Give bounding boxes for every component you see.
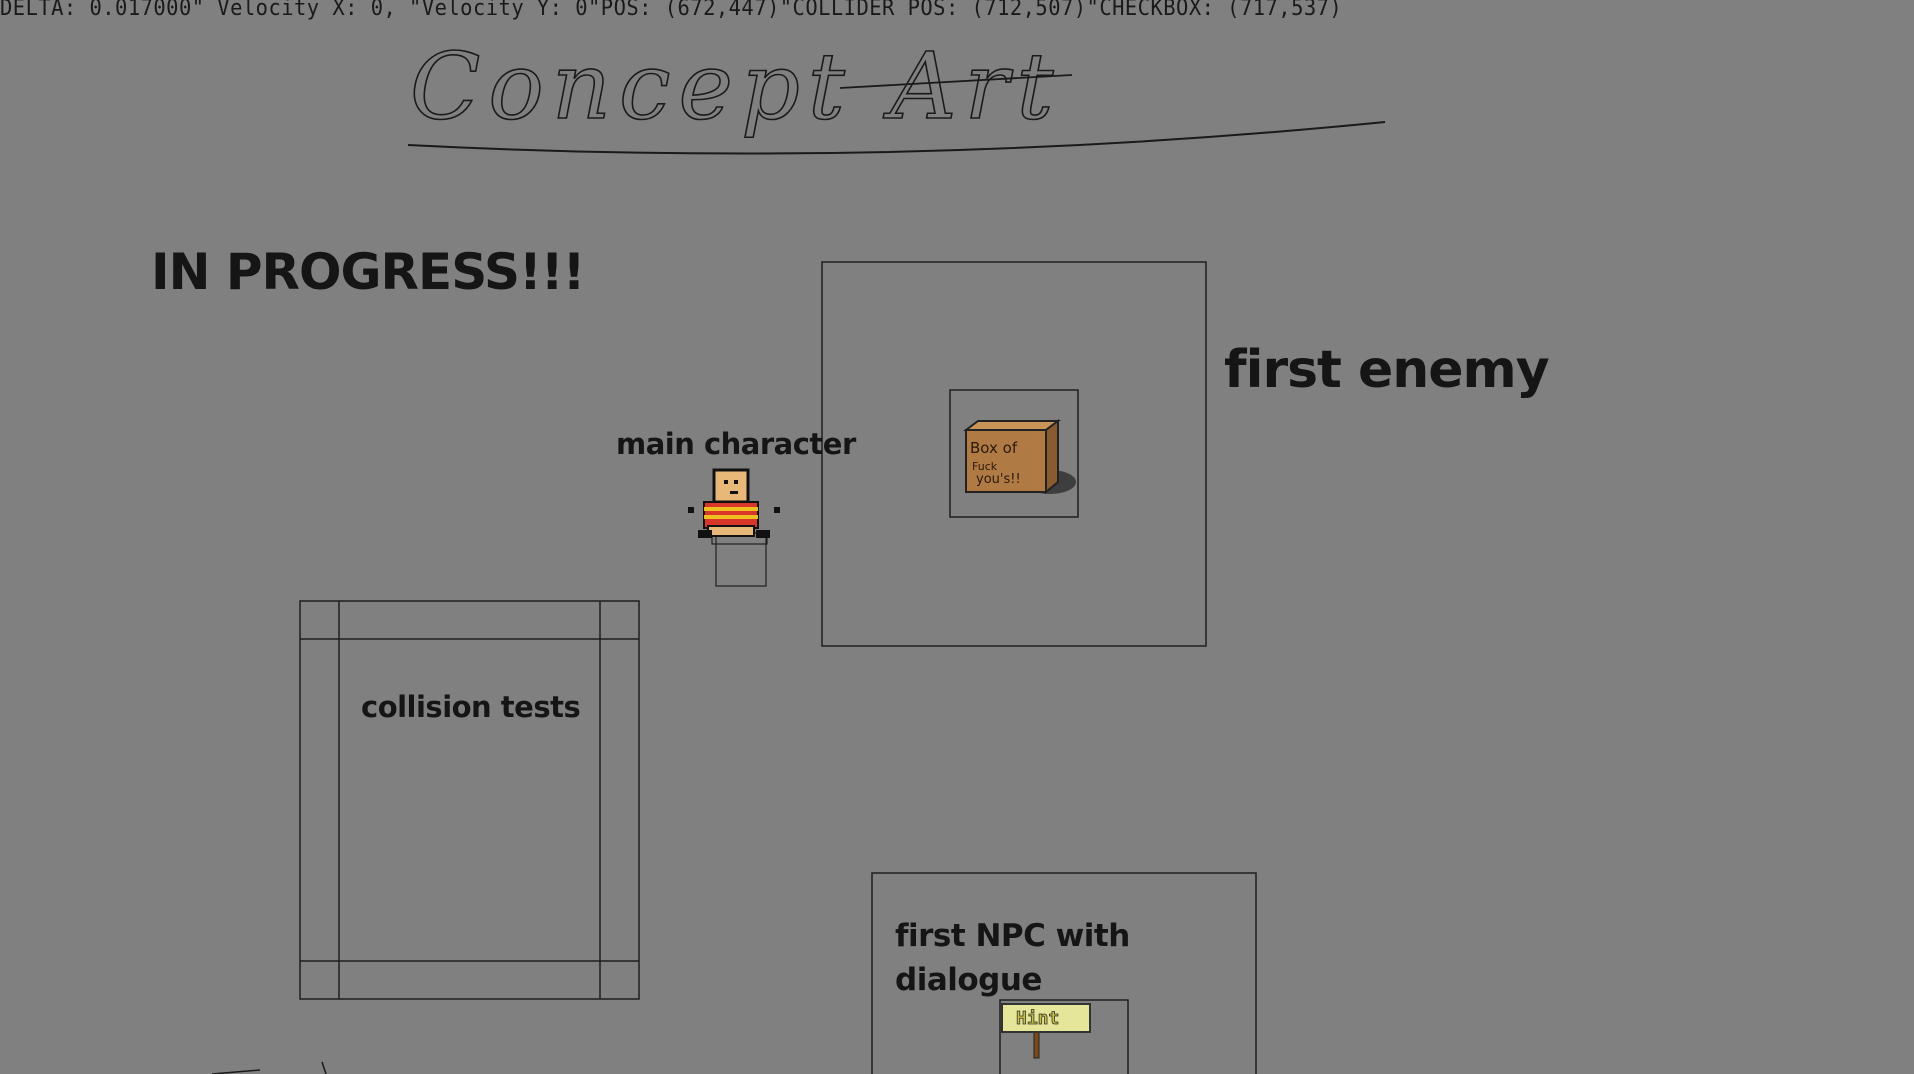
first-enemy-label: first enemy [1224, 340, 1550, 400]
collider-box-large [715, 532, 767, 587]
stray-mark [211, 1061, 327, 1074]
hand-left [688, 507, 694, 513]
npc-label-line2: dialogue [895, 962, 1042, 998]
sign-post [1033, 1029, 1040, 1059]
collision-tests-label: collision tests [361, 690, 581, 724]
box-top [963, 420, 1061, 431]
shirt-stripe-1 [704, 507, 758, 511]
cardboard-box-enemy: Box of Fuck you's!! [963, 419, 1076, 495]
shirt-stripe-2 [704, 515, 758, 519]
game-scene: Concept Art Box of Fuck you's!! Hint [211, 32, 1386, 1074]
eye-left [724, 480, 728, 484]
title-text: Concept Art [410, 33, 1062, 140]
sign-text: Hint [1016, 1008, 1059, 1029]
hint-sign-npc: Hint [1001, 1003, 1091, 1059]
concept-art-title: Concept Art [407, 32, 1386, 155]
foot-left [698, 530, 712, 538]
hand-right [774, 507, 780, 513]
box-text-1: Box of [970, 439, 1018, 457]
eye-right [734, 480, 738, 484]
in-progress-label: IN PROGRESS!!! [151, 243, 585, 301]
main-character-sprite [688, 468, 780, 587]
pants [707, 525, 755, 537]
mouth [730, 491, 738, 494]
head [712, 468, 750, 504]
main-character-label: main character [616, 427, 856, 461]
collision-test-area [299, 600, 640, 1000]
box-side [1045, 419, 1059, 495]
npc-label-line1: first NPC with [895, 918, 1130, 954]
box-text-3: you's!! [976, 472, 1021, 487]
foot-right [756, 530, 770, 538]
